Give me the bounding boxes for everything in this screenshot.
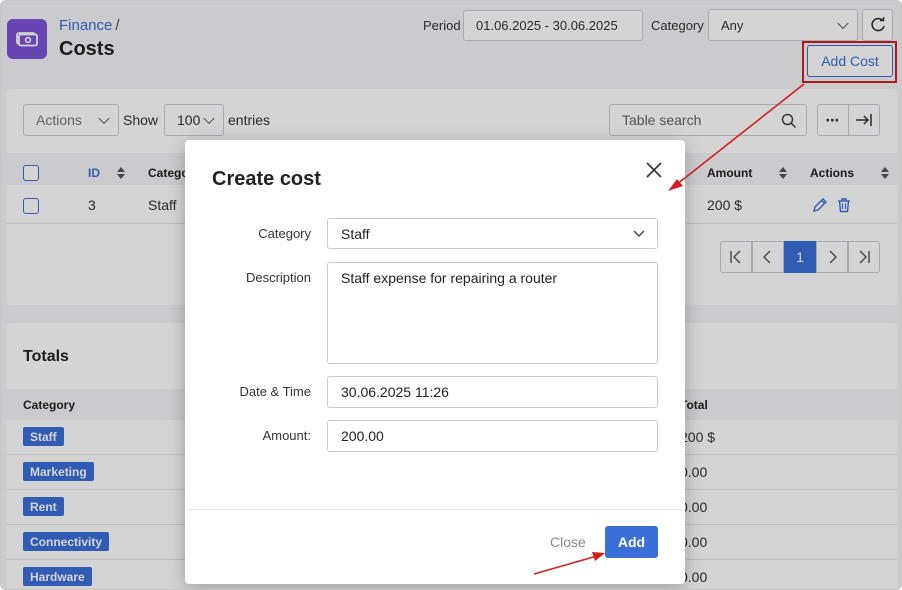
close-button[interactable]: Close [550,534,586,550]
modal-footer-divider [188,509,682,510]
description-value: Staff expense for repairing a router [341,270,558,286]
category-field-label: Category [258,226,311,241]
description-textarea[interactable]: Staff expense for repairing a router [327,262,658,364]
chevron-down-icon [633,230,645,237]
amount-input[interactable]: 200.00 [327,420,658,452]
description-field-label: Description [245,270,311,285]
add-button[interactable]: Add [605,526,658,558]
category-select[interactable]: Staff [327,218,658,249]
datetime-input[interactable]: 30.06.2025 11:26 [327,376,658,408]
create-cost-dialog: Create cost Category Staff Description S… [185,140,685,584]
costs-page: Finance / Costs Period 01.06.2025 - 30.06… [0,0,902,590]
datetime-value: 30.06.2025 11:26 [341,384,449,400]
amount-field-label: Amount: [262,428,311,443]
datetime-field-label: Date & Time [239,384,311,399]
modal-title: Create cost [212,168,321,190]
category-select-value: Staff [341,225,370,242]
close-icon[interactable] [645,161,663,179]
amount-value: 200.00 [341,428,384,444]
